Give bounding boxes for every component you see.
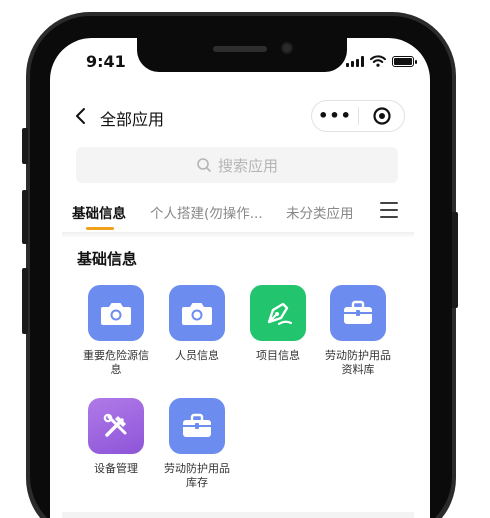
app-label: 人员信息	[175, 349, 219, 362]
app-label: 劳动防护用品资料库	[325, 349, 391, 376]
next-section-divider	[62, 512, 414, 518]
app-tile	[330, 285, 386, 341]
app-tile	[88, 285, 144, 341]
app-label: 重要危险源信息	[83, 349, 149, 376]
wifi-icon	[370, 55, 386, 67]
app-tile	[169, 398, 225, 454]
volume-up-button	[22, 190, 28, 244]
tools-icon	[103, 413, 127, 437]
mini-program-capsule: •••	[311, 100, 405, 132]
app-tile	[169, 285, 225, 341]
mute-switch	[22, 128, 28, 164]
app-equipment-management[interactable]: 设备管理	[76, 398, 156, 476]
front-camera	[281, 42, 293, 54]
app-label: 设备管理	[94, 462, 138, 475]
app-project-info[interactable]: 项目信息	[238, 285, 318, 363]
category-tabs: 基础信息 个人搭建(勿操作... 未分类应用	[72, 200, 412, 232]
app-ppe-inventory[interactable]: 劳动防护用品库存	[157, 398, 237, 490]
tab-personal-build[interactable]: 个人搭建(勿操作...	[150, 202, 263, 222]
app-personnel-info[interactable]: 人员信息	[157, 285, 237, 363]
search-placeholder: 搜索应用	[217, 156, 278, 175]
app-label: 项目信息	[256, 349, 300, 362]
tabs-divider	[62, 232, 414, 238]
camera-icon	[101, 303, 131, 325]
status-time: 9:41	[86, 52, 126, 71]
active-tab-indicator	[86, 227, 114, 230]
more-button[interactable]: •••	[312, 101, 358, 131]
volume-down-button	[22, 268, 28, 334]
cellular-signal-icon	[346, 55, 364, 67]
search-icon	[197, 158, 211, 172]
app-ppe-database[interactable]: 劳动防护用品资料库	[318, 285, 398, 377]
app-tile	[250, 285, 306, 341]
toolbox-icon	[344, 300, 372, 324]
search-input[interactable]: 搜索应用	[76, 147, 398, 183]
tab-uncategorized[interactable]: 未分类应用	[286, 202, 354, 222]
speaker-grille	[213, 46, 267, 52]
status-icons	[346, 55, 417, 67]
back-button[interactable]	[70, 104, 90, 128]
app-tile	[88, 398, 144, 454]
battery-icon	[392, 55, 417, 67]
notch	[137, 38, 347, 72]
tab-menu-button[interactable]	[380, 202, 398, 218]
app-hazard-source-info[interactable]: 重要危险源信息	[76, 285, 156, 377]
chevron-left-icon	[76, 108, 85, 124]
section-title: 基础信息	[77, 250, 138, 268]
camera-icon	[182, 303, 212, 325]
app-label: 劳动防护用品库存	[164, 462, 230, 489]
pen-nib-icon	[267, 302, 293, 326]
page-title: 全部应用	[100, 110, 165, 129]
close-mini-program-button[interactable]	[359, 106, 404, 126]
target-icon	[372, 107, 391, 125]
toolbox-icon	[183, 413, 211, 437]
power-button	[452, 212, 458, 308]
tab-basic-info[interactable]: 基础信息	[72, 202, 126, 222]
